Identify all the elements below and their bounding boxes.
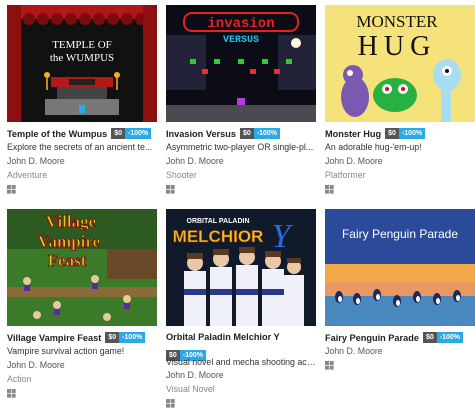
game-genre: Visual Novel <box>166 384 215 394</box>
cover-temple-of-the-wumpus[interactable]: TEMPLE OF the WUMPUS <box>7 5 157 122</box>
price-badge: $0 -100% <box>385 128 426 139</box>
cover-title-line-1: TEMPLE OF <box>52 39 112 51</box>
cover-title-line-1: Fairy Penguin Parade <box>342 227 458 241</box>
cover-village-vampire-feast[interactable]: Village Vampire Feast <box>7 209 157 326</box>
price-badge: $0 -100% <box>111 128 152 139</box>
game-title[interactable]: Village Vampire Feast <box>7 333 101 343</box>
game-title[interactable]: Invasion Versus <box>166 129 236 139</box>
game-description: Visual novel and mecha shooting act... <box>166 357 316 367</box>
windows-icon <box>166 399 175 408</box>
discount: -100% <box>119 332 146 343</box>
game-title[interactable]: Orbital Paladin Melchior Y <box>166 332 280 342</box>
game-author[interactable]: John D. Moore <box>7 360 157 370</box>
game-title[interactable]: Monster Hug <box>325 129 381 139</box>
windows-icon <box>325 361 334 370</box>
cover-title-line-1: ORBITAL PALADIN <box>187 218 250 225</box>
cover-title-line-2: Vampire <box>38 232 101 251</box>
discount: -100% <box>398 128 426 139</box>
cover-title-line-3: Y <box>272 218 294 255</box>
cover-fairy-penguin-parade[interactable]: Fairy Penguin Parade <box>325 209 475 326</box>
price: $0 <box>385 128 399 139</box>
game-genre: Adventure <box>7 170 48 180</box>
game-title[interactable]: Fairy Penguin Parade <box>325 333 419 343</box>
game-genre: Action <box>7 374 32 384</box>
discount: -100% <box>125 128 152 139</box>
cover-title-line-1: invasion <box>207 16 274 32</box>
game-author[interactable]: John D. Moore <box>7 156 157 166</box>
cover-title-line-2: the WUMPUS <box>50 52 114 64</box>
price: $0 <box>111 128 126 139</box>
cover-title-line-3: Feast <box>48 251 87 270</box>
game-author[interactable]: John D. Moore <box>325 156 475 166</box>
discount: -100% <box>436 332 463 343</box>
cover-title-line-1: Village <box>46 212 97 231</box>
cover-title-line-1: MONSTER <box>356 12 438 31</box>
game-author[interactable]: John D. Moore <box>166 156 316 166</box>
game-author[interactable]: John D. Moore <box>166 370 316 380</box>
game-description: An adorable hug-'em-up! <box>325 142 422 152</box>
price-badge: $0 -100% <box>422 332 463 343</box>
windows-icon <box>7 389 16 398</box>
windows-icon <box>325 185 334 194</box>
price: $0 <box>105 332 120 343</box>
game-description: Asymmetric two-player OR single-pl... <box>166 142 314 152</box>
game-title[interactable]: Temple of the Wumpus <box>7 129 107 139</box>
cover-orbital-paladin-melchior-y[interactable]: ORBITAL PALADIN MELCHIOR Y <box>166 209 316 326</box>
discount: -100% <box>253 128 280 139</box>
game-genre: Shooter <box>166 170 197 180</box>
cover-title-line-2: VERSUS <box>223 35 259 46</box>
windows-icon <box>166 185 175 194</box>
game-description: Vampire survival action game! <box>7 346 125 356</box>
game-author[interactable]: John D. Moore <box>325 346 475 356</box>
cover-monster-hug[interactable]: MONSTER HUG <box>325 5 475 122</box>
cover-title-line-2: HUG <box>358 31 437 62</box>
price: $0 <box>422 332 437 343</box>
cover-invasion-versus[interactable]: invasion VERSUS <box>166 5 316 122</box>
game-genre: Platformer <box>325 170 366 180</box>
price-badge: $0 -100% <box>239 128 280 139</box>
game-description: Explore the secrets of an ancient te... <box>7 142 153 152</box>
cover-title-line-2: MELCHIOR <box>173 227 264 246</box>
windows-icon <box>7 185 16 194</box>
price-badge: $0 -100% <box>105 332 146 343</box>
price: $0 <box>239 128 254 139</box>
